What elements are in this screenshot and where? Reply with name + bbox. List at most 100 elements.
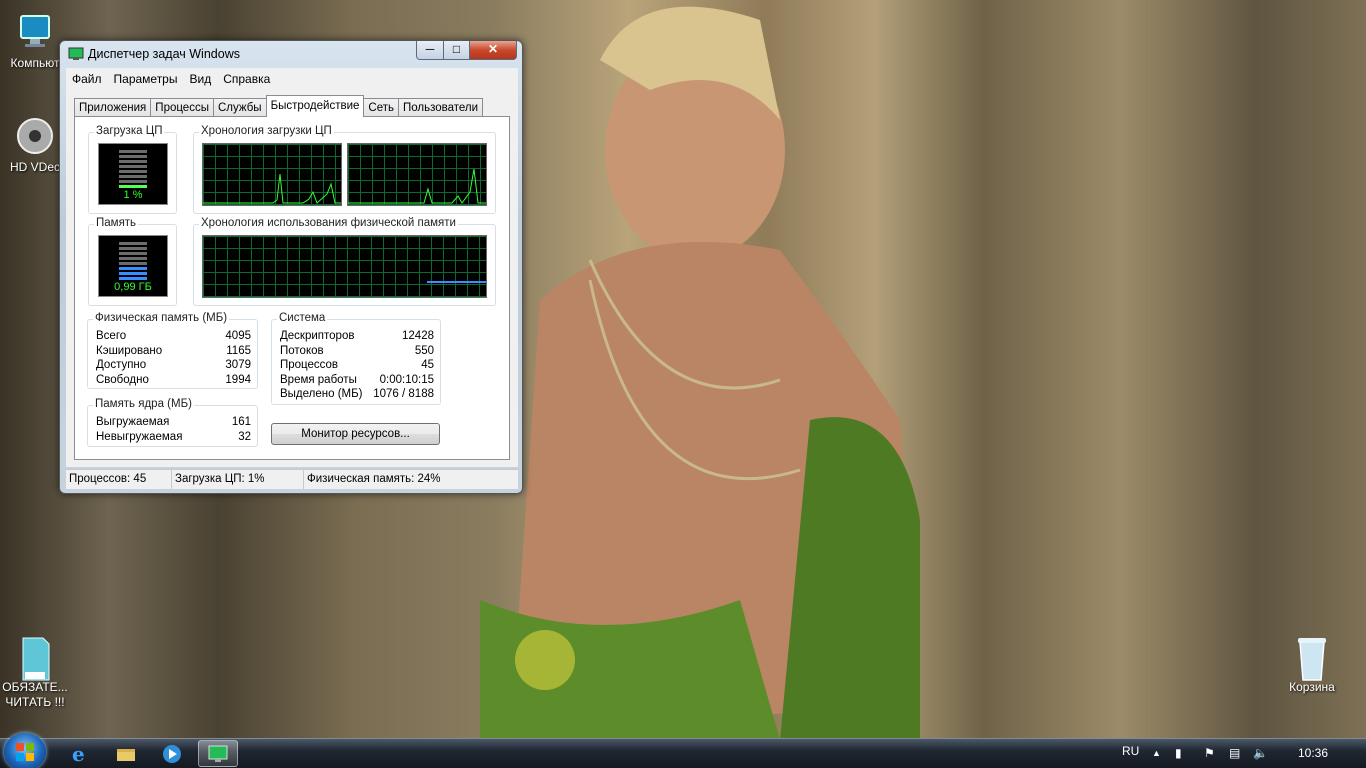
cpu-history-line-core1 — [203, 173, 341, 204]
minimize-button[interactable]: ─ — [416, 41, 444, 60]
cpu-history-graph-core2 — [347, 143, 487, 206]
tab-strip: Приложения Процессы Службы Быстродействи… — [74, 95, 484, 117]
physical-memory-value: 3079 — [225, 359, 251, 372]
status-memory: Физическая память: 24% — [307, 473, 441, 485]
system-value: 45 — [421, 359, 434, 372]
desktop-icon-label: ОБЯЗАТЕ... — [2, 680, 68, 694]
cpu-usage-meter: 1 % — [98, 143, 168, 205]
tab-processes[interactable]: Процессы — [150, 98, 214, 117]
system-row: Время работы 0:00:10:15 — [280, 373, 434, 388]
tab-networking[interactable]: Сеть — [363, 98, 399, 117]
kernel-memory-value: 32 — [238, 430, 251, 443]
system-key: Время работы — [280, 373, 357, 386]
physical-memory-label: Физическая память (МБ) — [93, 312, 230, 324]
wallpaper-figure — [480, 6, 920, 740]
clock[interactable]: 10:36 — [1298, 739, 1328, 768]
cpu-history-graph-core1 — [202, 143, 342, 206]
tab-services[interactable]: Службы — [212, 98, 267, 117]
physical-memory-row: Всего 4095 — [96, 329, 251, 344]
menu-view[interactable]: Вид — [183, 72, 217, 86]
system-row: Дескрипторов 12428 — [280, 329, 434, 344]
maximize-button[interactable]: □ — [443, 41, 470, 60]
physical-memory-group: Физическая память (МБ) Всего 4095 Кэширов… — [87, 312, 258, 389]
tab-performance[interactable]: Быстродействие — [265, 95, 365, 117]
memory-group: Память 0,99 ГБ — [88, 217, 177, 306]
system-value: 1076 / 8188 — [373, 388, 434, 401]
cpu-usage-value: 1 % — [123, 189, 143, 201]
memory-meter: 0,99 ГБ — [98, 235, 168, 297]
action-center-icon[interactable]: ▮ — [1175, 739, 1182, 768]
memory-label: Память — [94, 217, 139, 229]
physical-memory-value: 1165 — [226, 344, 251, 357]
memory-history-group: Хронология использования физической памя… — [193, 217, 496, 306]
cpu-history-line-core2 — [348, 168, 486, 204]
tab-applications[interactable]: Приложения — [74, 98, 152, 117]
desktop-icon-label: Корзина — [1289, 680, 1335, 694]
title-bar[interactable]: Диспетчер задач Windows ─ □ ✕ — [60, 41, 522, 67]
system-table: Дескрипторов 12428 Потоков 550 Процессов 45… — [280, 329, 434, 402]
desktop-icon-label: ЧИТАТЬ !!! — [5, 695, 65, 709]
memory-meter-bars — [119, 242, 147, 280]
network-icon[interactable]: ▤ — [1229, 739, 1240, 768]
language-indicator[interactable]: RU — [1122, 739, 1139, 763]
close-button[interactable]: ✕ — [469, 41, 517, 60]
kernel-memory-label: Память ядра (МБ) — [93, 398, 194, 410]
menu-options[interactable]: Параметры — [108, 72, 184, 86]
system-group: Система Дескрипторов 12428 Потоков 550 Про… — [271, 312, 441, 405]
system-key: Дескрипторов — [280, 330, 355, 342]
show-hidden-icons-icon[interactable]: ▲ — [1152, 739, 1161, 768]
start-icon — [16, 743, 34, 761]
close-icon: ✕ — [487, 42, 499, 56]
system-row: Процессов 45 — [280, 358, 434, 373]
tab-users[interactable]: Пользователи — [398, 98, 484, 117]
system-key: Потоков — [280, 344, 324, 357]
explorer-icon — [117, 748, 135, 761]
cpu-meter-bars — [119, 150, 147, 188]
status-processes: Процессов: 45 — [66, 470, 172, 489]
kernel-memory-row: Выгружаемая 161 — [96, 415, 251, 430]
physical-memory-key: Доступно — [96, 359, 147, 372]
desktop-icon-recycle-bin[interactable]: Корзина — [1277, 636, 1347, 695]
kernel-memory-table: Выгружаемая 161 Невыгружаемая 32 — [96, 415, 251, 444]
system-value: 0:00:10:15 — [379, 373, 434, 386]
cpu-usage-group: Загрузка ЦП 1 % — [88, 125, 177, 214]
cpu-history-label: Хронология загрузки ЦП — [199, 125, 334, 137]
ie-icon: e — [72, 743, 85, 765]
cpu-usage-label: Загрузка ЦП — [94, 125, 165, 137]
taskbar-task-manager-button[interactable] — [198, 740, 238, 767]
start-button[interactable] — [4, 733, 46, 768]
taskbar-media-player-button[interactable] — [152, 740, 192, 767]
kernel-memory-value: 161 — [231, 416, 251, 428]
cpu-history-group: Хронология загрузки ЦП — [193, 125, 496, 214]
taskbar-ie-button[interactable]: e — [60, 740, 100, 767]
menu-file[interactable]: Файл — [66, 72, 108, 86]
system-row: Потоков 550 — [280, 344, 434, 359]
window-client: Приложения Процессы Службы Быстродействи… — [66, 89, 518, 467]
status-bar: Процессов: 45 Загрузка ЦП: 1% Физическая… — [66, 469, 518, 489]
physical-memory-key: Кэшировано — [96, 344, 163, 357]
flag-icon[interactable]: ⚑ — [1204, 739, 1215, 768]
taskbar-explorer-button[interactable] — [106, 740, 146, 767]
volume-icon[interactable]: 🔈 — [1253, 739, 1268, 768]
system-value: 12428 — [402, 330, 434, 342]
physical-memory-table: Всего 4095 Кэшировано 1165 Доступно 3079 Св… — [96, 329, 251, 387]
svg-text:e: e — [72, 743, 85, 765]
task-manager-window: Диспетчер задач Windows ─ □ ✕ Файл Парам… — [59, 40, 523, 494]
physical-memory-key: Всего — [96, 330, 127, 342]
desktop-icon-readme[interactable]: ОБЯЗАТЕ... ЧИТАТЬ !!! — [0, 636, 70, 710]
system-label: Система — [277, 312, 328, 324]
resource-monitor-button[interactable]: Монитор ресурсов... — [271, 423, 440, 445]
recycle-bin-icon — [1292, 636, 1332, 681]
menu-help[interactable]: Справка — [217, 72, 276, 86]
physical-memory-row: Доступно 3079 — [96, 358, 251, 373]
performance-panel: Загрузка ЦП 1 % Хронология загрузки ЦП П… — [74, 116, 510, 460]
system-key: Процессов — [280, 359, 339, 372]
task-manager-icon — [208, 745, 228, 762]
maximize-icon: □ — [452, 42, 461, 56]
system-value: 550 — [414, 344, 434, 357]
system-row: Выделено (МБ) 1076 / 8188 — [280, 387, 434, 402]
memory-value: 0,99 ГБ — [114, 281, 152, 293]
physical-memory-row: Кэшировано 1165 — [96, 344, 251, 359]
memory-history-line — [427, 281, 486, 283]
memory-history-graph — [202, 235, 487, 298]
